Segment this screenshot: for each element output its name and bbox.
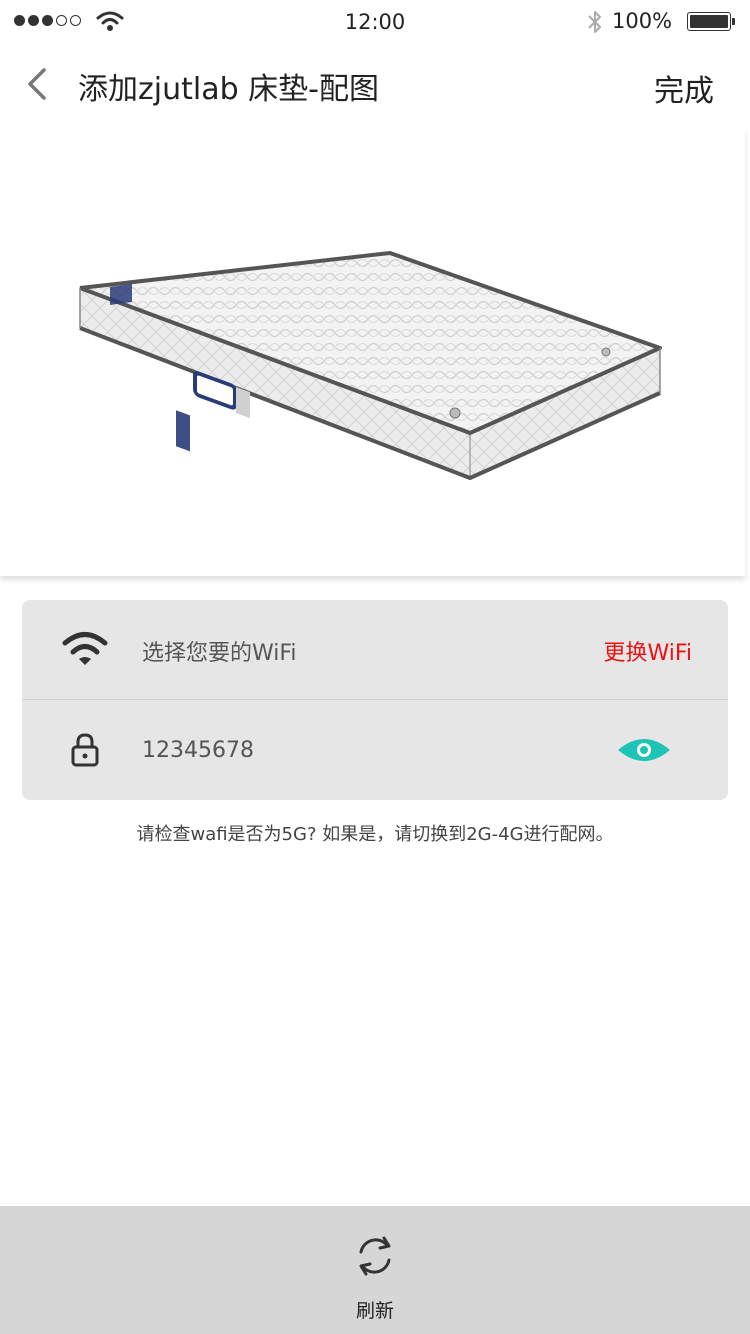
- product-image-area: [0, 128, 745, 576]
- status-bar: 12:00 100%: [0, 0, 750, 44]
- bluetooth-icon: [588, 11, 601, 33]
- refresh-icon[interactable]: [353, 1232, 397, 1280]
- page-title: 添加zjutlab 床垫-配图: [78, 72, 379, 107]
- refresh-bar[interactable]: 刷新: [0, 1206, 750, 1334]
- back-button[interactable]: [20, 64, 56, 104]
- lock-icon: [71, 733, 99, 767]
- eye-icon[interactable]: [616, 736, 672, 764]
- done-button[interactable]: 完成: [654, 66, 714, 110]
- wifi-password-row: [22, 700, 728, 800]
- navigation-bar: 添加zjutlab 床垫-配图 完成: [0, 44, 750, 128]
- battery-icon: [687, 12, 735, 31]
- wifi-select-row[interactable]: 选择您要的WiFi 更换WiFi: [22, 600, 728, 700]
- refresh-label: 刷新: [355, 1300, 394, 1322]
- wifi-config-card: 选择您要的WiFi 更换WiFi: [22, 600, 728, 800]
- wifi-icon: [62, 632, 108, 665]
- battery-percentage: 100%: [612, 9, 673, 33]
- wifi-hint-text: 请检查wafi是否为5G? 如果是，请切换到2G-4G进行配网。: [136, 824, 614, 845]
- change-wifi-button[interactable]: 更换WiFi: [603, 635, 692, 667]
- wifi-password-input[interactable]: [142, 730, 562, 770]
- wifi-select-label: 选择您要的WiFi: [142, 641, 297, 666]
- mattress-image: [79, 251, 662, 480]
